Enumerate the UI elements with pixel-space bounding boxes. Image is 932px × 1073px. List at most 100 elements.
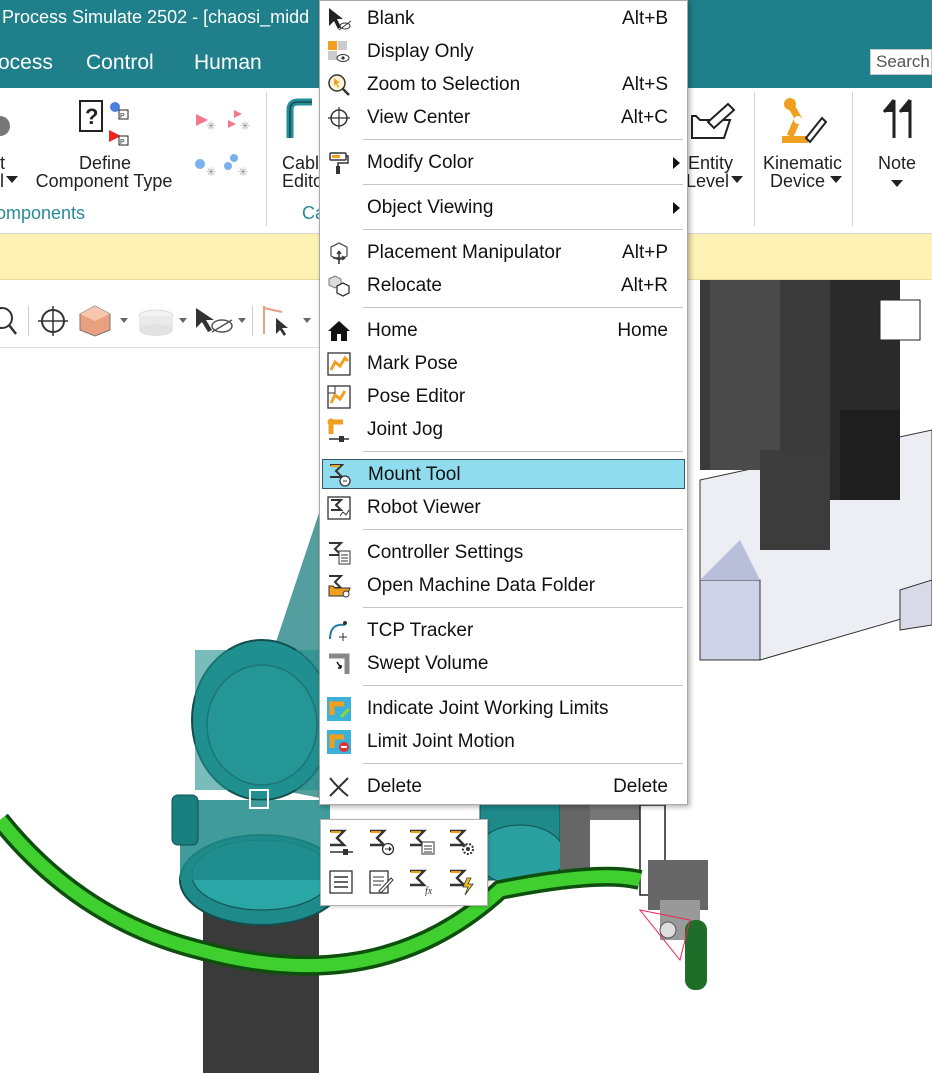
menu-item-controller-settings[interactable]: Controller Settings	[322, 538, 685, 568]
joint-jog-icon[interactable]	[327, 828, 355, 856]
zoom-selection-icon	[328, 74, 350, 96]
note-dropdown-icon[interactable]	[891, 180, 903, 188]
menu-item-mark-pose[interactable]: Mark Pose	[322, 349, 685, 379]
view-center-tool-icon[interactable]	[36, 304, 70, 338]
render-mode-dropdown-icon[interactable]	[179, 318, 187, 324]
menu-item-blank[interactable]: Blank Alt+B	[322, 4, 685, 34]
note-icon[interactable]	[880, 98, 918, 144]
kinematic-device-icon[interactable]	[776, 96, 830, 148]
menu-item-label: Placement Manipulator	[367, 242, 562, 263]
define-label-2[interactable]: Component Type	[29, 172, 179, 190]
menu-separator	[363, 451, 683, 452]
menu-item-open-machine-data-folder[interactable]: Open Machine Data Folder	[322, 571, 685, 601]
svg-text:fx: fx	[425, 886, 433, 896]
selection-icon[interactable]	[260, 304, 294, 338]
cable-editor-icon[interactable]	[282, 98, 322, 148]
menu-item-mount-tool[interactable]: Mount Tool	[322, 459, 685, 489]
machine-fixture[interactable]	[699, 280, 932, 661]
render-mode-icon[interactable]	[136, 304, 176, 338]
menu-item-home[interactable]: Home Home	[322, 316, 685, 346]
menu-item-pose-editor[interactable]: Pose Editor	[322, 382, 685, 412]
edit-document-icon[interactable]	[367, 868, 395, 896]
tab-process[interactable]: ocess	[0, 51, 53, 75]
menu-item-shortcut: Delete	[613, 776, 668, 797]
menu-item-joint-jog[interactable]: Joint Jog	[322, 415, 685, 445]
entity-level-icon[interactable]	[690, 102, 736, 142]
window-title: Process Simulate 2502 - [chaosi_midd	[2, 7, 310, 27]
tab-human[interactable]: Human	[194, 51, 262, 75]
pick-filter-dropdown-icon[interactable]	[238, 318, 246, 324]
ribbon-separator-3	[852, 92, 853, 226]
menu-item-modify-color[interactable]: Modify Color	[322, 148, 685, 178]
component-types-icon[interactable]: ✳ ✳ ✳ ✳	[190, 106, 256, 186]
ribbon-separator-2	[754, 92, 755, 226]
menu-item-zoom-to-selection[interactable]: Zoom to Selection Alt+S	[322, 70, 685, 100]
menu-separator	[363, 184, 683, 185]
view-style-icon[interactable]	[78, 304, 112, 338]
ribbon-left-label-1[interactable]: t	[0, 154, 5, 172]
menu-item-label: Mark Pose	[367, 353, 458, 374]
kinematic-device-dropdown-icon[interactable]	[830, 176, 842, 184]
submenu-arrow-icon	[673, 202, 680, 214]
menu-separator	[363, 607, 683, 608]
menu-item-indicate-joint-working-limits[interactable]: Indicate Joint Working Limits	[322, 694, 685, 724]
entity-level-label-2[interactable]: Level	[686, 172, 729, 190]
menu-item-label: Swept Volume	[367, 653, 489, 674]
menu-item-placement-manipulator[interactable]: Placement Manipulator Alt+P	[322, 238, 685, 268]
viewer-toolbar	[0, 296, 330, 348]
home-icon	[328, 321, 350, 341]
menu-item-relocate[interactable]: Relocate Alt+R	[322, 271, 685, 301]
svg-text:✳: ✳	[206, 165, 216, 179]
menu-separator	[363, 307, 683, 308]
controller-settings-icon	[329, 542, 351, 565]
view-style-dropdown-icon[interactable]	[120, 318, 128, 324]
menu-item-label: Pose Editor	[367, 386, 466, 407]
menu-item-delete[interactable]: Delete Delete	[322, 772, 685, 802]
robot-function-icon[interactable]: fx	[407, 868, 435, 896]
menu-item-label: Home	[367, 320, 418, 341]
define-component-type-icon[interactable]: ? P P	[76, 96, 132, 152]
menu-item-label: Relocate	[367, 275, 442, 296]
entity-level-dropdown-icon[interactable]	[731, 176, 743, 184]
cable-editor-label-1[interactable]: Cabl	[282, 154, 319, 172]
robot-setup-gear-icon[interactable]	[447, 828, 475, 856]
robot-signal-icon[interactable]	[447, 868, 475, 896]
menu-item-robot-viewer[interactable]: Robot Viewer	[322, 493, 685, 523]
controller-settings-icon[interactable]	[407, 828, 435, 856]
pose-editor-icon	[327, 385, 351, 409]
menu-item-view-center[interactable]: View Center Alt+C	[322, 103, 685, 133]
define-label-1[interactable]: Define	[60, 154, 150, 172]
svg-text:✳: ✳	[240, 119, 250, 133]
menu-item-tcp-tracker[interactable]: TCP Tracker	[322, 616, 685, 646]
menu-item-label: Blank	[367, 8, 415, 29]
kinematic-device-label-1[interactable]: Kinematic	[763, 154, 842, 172]
dropdown-arrow-icon[interactable]	[6, 176, 18, 184]
search-input[interactable]	[871, 50, 931, 74]
tab-control[interactable]: Control	[86, 51, 154, 75]
menu-item-limit-joint-motion[interactable]: Limit Joint Motion	[322, 727, 685, 757]
list-icon[interactable]	[327, 868, 355, 896]
entity-level-label-1[interactable]: Entity	[688, 154, 733, 172]
search-box[interactable]	[870, 49, 932, 75]
menu-separator	[363, 229, 683, 230]
view-center-icon	[328, 107, 350, 129]
cable-editor-label-2[interactable]: Edito	[282, 172, 323, 190]
ribbon-left-label-2[interactable]: l	[0, 172, 4, 190]
menu-item-label: Object Viewing	[367, 197, 494, 218]
menu-item-label: Display Only	[367, 41, 474, 62]
kinematic-device-label-2[interactable]: Device	[770, 172, 825, 190]
menu-item-swept-volume[interactable]: Swept Volume	[322, 649, 685, 679]
svg-text:✳: ✳	[238, 165, 248, 179]
note-label[interactable]: Note	[878, 154, 916, 172]
context-menu: Blank Alt+B Display Only Zoom to Selecti…	[319, 0, 688, 805]
menu-item-object-viewing[interactable]: Object Viewing	[322, 193, 685, 223]
pick-filter-icon[interactable]	[194, 304, 234, 338]
mount-tool-icon[interactable]	[367, 828, 395, 856]
menu-item-display-only[interactable]: Display Only	[322, 37, 685, 67]
menu-item-label: TCP Tracker	[367, 620, 474, 641]
toolbar-separator-2	[252, 306, 253, 336]
selection-dropdown-icon[interactable]	[303, 318, 311, 324]
svg-text:?: ?	[85, 104, 98, 129]
zoom-icon[interactable]	[0, 304, 22, 338]
machine-data-folder-icon	[328, 575, 351, 598]
